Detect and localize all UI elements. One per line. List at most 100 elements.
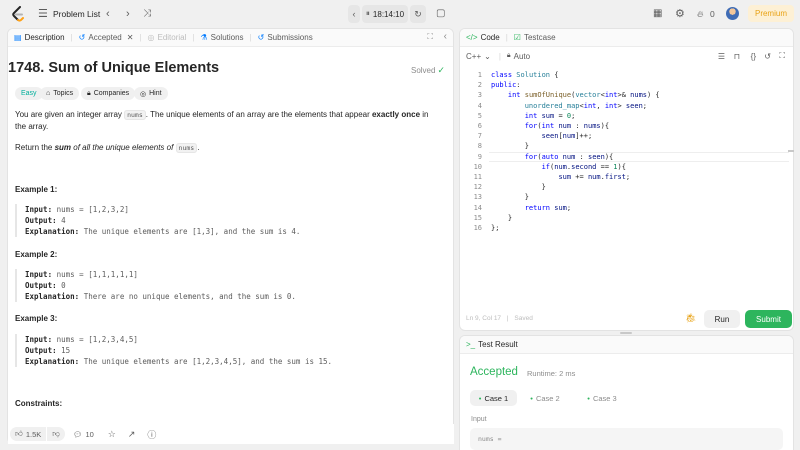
saved-status: Saved: [514, 315, 533, 322]
input-box: nums =: [470, 428, 783, 450]
timer-reset-button[interactable]: ↻: [410, 5, 426, 23]
code-editor[interactable]: class Solution { public: int sumOfUnique…: [491, 70, 660, 233]
run-button[interactable]: Run: [704, 310, 740, 328]
layout-grid-icon[interactable]: ▦: [653, 7, 662, 21]
pass-dot-icon: •: [587, 393, 590, 403]
tab-description[interactable]: ▤ Description: [14, 33, 65, 42]
problem-list-link[interactable]: Problem List: [53, 7, 100, 21]
editor-status: Ln 9, Col 17 | Saved: [466, 315, 533, 322]
tab-accepted-label: Accepted: [88, 33, 122, 42]
braces-icon[interactable]: {}: [751, 52, 756, 61]
fullscreen-icon[interactable]: ⛶: [779, 51, 785, 61]
tab-testcase-label: Testcase: [523, 33, 556, 42]
comments-button[interactable]: 💬︎ 10: [73, 430, 94, 439]
topics-label: Topics: [53, 90, 74, 97]
panel-resize-handle[interactable]: [620, 332, 632, 334]
premium-button[interactable]: Premium: [748, 5, 794, 22]
tab-accepted[interactable]: ↺ Accepted ✕: [79, 33, 134, 42]
settings-gear-icon[interactable]: ⚙: [675, 7, 685, 21]
tab-solutions-label: Solutions: [210, 33, 244, 42]
history-icon: ↺: [78, 33, 86, 42]
reset-code-icon[interactable]: ↺: [764, 52, 771, 61]
line-numbers: 1 2 3 4 5 6 7 8 9 10 11 12 13 14 15 16: [473, 71, 482, 233]
case-1-label: Case 1: [484, 393, 509, 403]
tab-test-result-label: Test Result: [478, 340, 518, 349]
lightbulb-icon: ◎: [147, 33, 155, 42]
checkbox-icon: ☑: [513, 33, 521, 42]
share-icon[interactable]: ↗: [128, 429, 136, 440]
tab-solutions[interactable]: ⚗ Solutions: [200, 33, 243, 42]
code-toolbar: C++ ⌄ | 🔒︎ Auto ☰ ⊓ {} ↺ ⛶: [466, 51, 785, 61]
next-problem-icon[interactable]: ›: [126, 7, 130, 21]
prev-problem-icon[interactable]: ‹: [106, 7, 110, 21]
chevron-down-icon: ⌄: [484, 51, 491, 61]
submit-button[interactable]: Submit: [745, 310, 792, 328]
star-icon[interactable]: ☆: [108, 429, 116, 440]
language-select[interactable]: C++ ⌄: [466, 52, 491, 61]
close-icon[interactable]: ✕: [127, 33, 134, 42]
thumbs-up-icon: 👍︎: [15, 429, 23, 438]
example-2-block: Input: nums = [1,1,1,1,1] Output: 0 Expl…: [15, 269, 435, 302]
input-label: Input: [471, 416, 487, 423]
streak-flame-icon[interactable]: 🔥︎: [697, 7, 704, 21]
check-circle-icon: ✓: [437, 65, 445, 75]
reset-icon: ↻: [414, 8, 422, 19]
example-2-heading: Example 2:: [15, 250, 58, 259]
comments-count: 10: [85, 429, 94, 439]
case-tab-1[interactable]: • Case 1: [470, 390, 517, 406]
timer-display[interactable]: ⏸ 18:14:10: [362, 5, 408, 23]
tab-submissions[interactable]: ↺ Submissions: [258, 33, 313, 42]
collapse-panel-icon[interactable]: ‹: [444, 31, 447, 42]
example-1-block: Input: nums = [1,2,3,2] Output: 4 Explan…: [15, 204, 435, 237]
timer-group: ‹ ⏸ 18:14:10 ↻: [348, 5, 426, 23]
avatar[interactable]: [726, 7, 739, 20]
inline-code: nums: [124, 110, 146, 120]
pause-icon: ⏸: [365, 9, 370, 18]
lock-icon: 🔒︎: [87, 89, 91, 97]
verdict-text: Accepted: [470, 366, 518, 378]
case-2-label: Case 2: [535, 393, 560, 403]
tab-testcase[interactable]: ☑ Testcase: [514, 33, 556, 42]
debug-icon[interactable]: 🐞︎: [685, 313, 696, 324]
example-1-heading: Example 1:: [15, 185, 58, 194]
comment-icon: 💬︎: [72, 429, 83, 439]
topics-chip[interactable]: ⌂ Topics: [40, 87, 80, 100]
auto-mode[interactable]: 🔒︎ Auto: [507, 52, 530, 61]
timer-collapse-button[interactable]: ‹: [348, 5, 360, 23]
problem-list-icon[interactable]: ☰: [38, 7, 48, 21]
dislike-button[interactable]: 👎︎: [47, 427, 65, 441]
pass-dot-icon: •: [478, 393, 482, 403]
format-icon[interactable]: ☰: [718, 52, 725, 61]
solved-status: Solved ✓: [411, 65, 445, 76]
history-icon: ↺: [257, 33, 265, 42]
tab-editorial[interactable]: ◎ Editorial: [148, 33, 187, 42]
auto-label: Auto: [513, 51, 531, 61]
terminal-icon: >_: [466, 340, 476, 349]
inline-code: nums: [175, 143, 198, 153]
description-footer: 👍︎ 1.5K 👎︎ 💬︎ 10 ☆ ↗ ⓘ: [8, 424, 454, 444]
companies-chip[interactable]: 🔒︎ Companies: [81, 87, 136, 100]
language-label: C++: [466, 51, 482, 61]
lightbulb-icon: ◎: [140, 90, 147, 98]
maximize-icon[interactable]: ⛶: [427, 32, 433, 42]
editor-scrollbar[interactable]: [788, 150, 794, 152]
runtime-text: Runtime: 2 ms: [527, 369, 576, 378]
leetcode-logo-icon[interactable]: [11, 6, 25, 22]
code-tabs: </> Code | ☑ Testcase: [460, 29, 793, 47]
tab-test-result[interactable]: >_ Test Result: [466, 340, 518, 349]
hint-chip[interactable]: ◎ Hint: [134, 87, 168, 100]
tab-description-label: Description: [24, 33, 65, 42]
notes-icon[interactable]: ▢: [436, 7, 445, 21]
case-tab-3[interactable]: • Case 3: [582, 390, 622, 406]
case-tab-2[interactable]: • Case 2: [525, 390, 565, 406]
pass-dot-icon: •: [530, 393, 533, 403]
like-button[interactable]: 👍︎ 1.5K: [10, 427, 47, 441]
shuffle-icon[interactable]: ⤨: [143, 7, 151, 21]
problem-statement-1: You are given an integer array nums. The…: [15, 110, 429, 131]
tab-code[interactable]: </> Code: [466, 33, 500, 42]
hint-label: Hint: [149, 90, 162, 97]
problem-title: 1748. Sum of Unique Elements: [8, 60, 220, 76]
case-3-label: Case 3: [592, 393, 617, 403]
help-icon[interactable]: ⓘ: [147, 428, 156, 441]
bookmark-icon[interactable]: ⊓: [734, 52, 740, 61]
